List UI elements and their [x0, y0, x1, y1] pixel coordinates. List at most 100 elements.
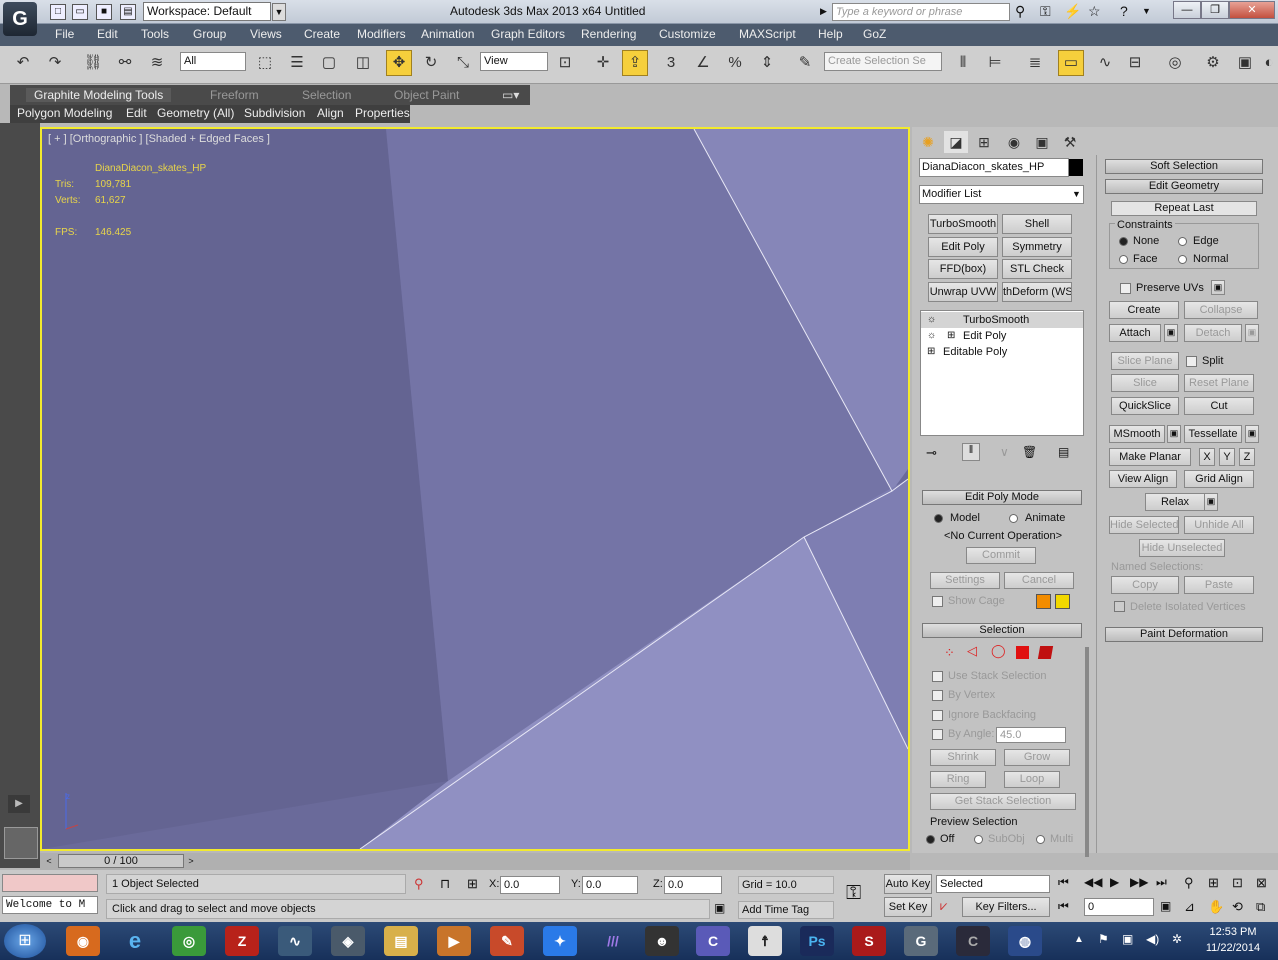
split-checkbox[interactable] [1186, 356, 1197, 367]
detach-settings-icon[interactable]: ▣ [1245, 324, 1259, 342]
project-folder-icon[interactable]: ▤ [120, 4, 136, 20]
layer-manager-icon[interactable]: ≣ [1022, 50, 1048, 76]
reference-coordinate-dropdown[interactable]: View [480, 52, 548, 71]
field-of-view-icon[interactable]: ⊿ [1184, 899, 1195, 915]
snaps-toggle-icon[interactable]: 3 [658, 50, 684, 76]
key-mode-toggle-icon[interactable]: ⩗ [940, 898, 947, 914]
workspace-dropdown[interactable]: Workspace: Default [143, 2, 271, 21]
close-button[interactable]: ✕ [1229, 1, 1275, 19]
select-manipulate-icon[interactable]: ✛ [590, 50, 616, 76]
menu-views[interactable]: Views [250, 27, 282, 41]
tray-app-icon[interactable]: ✲ [1172, 932, 1182, 946]
menu-tools[interactable]: Tools [141, 27, 169, 41]
percent-snap-icon[interactable]: % [722, 50, 748, 76]
quickslice-button[interactable]: QuickSlice [1111, 397, 1179, 415]
chevron-right-icon[interactable]: ▶ [820, 6, 827, 17]
unlink-icon[interactable]: ⚯ [112, 50, 138, 76]
star-icon[interactable]: ☆ [1088, 3, 1101, 20]
motionbuilder-icon[interactable]: ☨ [748, 926, 782, 956]
attach-button[interactable]: Attach [1109, 324, 1161, 342]
unwrap-uvw-button[interactable]: Unwrap UVW [928, 282, 998, 302]
border-icon[interactable]: ◯ [991, 643, 1006, 659]
expand-icon[interactable]: ⊞ [927, 344, 935, 360]
remove-modifier-icon[interactable]: 🗑 [1022, 445, 1037, 459]
make-unique-icon[interactable]: ∨ [1000, 445, 1009, 459]
lock-icon[interactable]: ⊓ [440, 876, 450, 892]
menu-help[interactable]: Help [818, 27, 843, 41]
soft-selection-rollout-header[interactable]: Soft Selection [1105, 159, 1263, 174]
collapse-button[interactable]: Collapse [1184, 301, 1258, 319]
zoom-extents-all-icon[interactable]: ⊠ [1256, 875, 1267, 891]
motion-tab-icon[interactable]: ◉ [1002, 131, 1026, 153]
planar-y-button[interactable]: Y [1219, 448, 1235, 466]
absolute-mode-icon[interactable]: ⊞ [467, 876, 478, 892]
stack-item-turbosmooth[interactable]: ☼ TurboSmooth [921, 312, 1083, 328]
pan-icon[interactable]: ✋ [1208, 899, 1224, 915]
by-angle-checkbox[interactable] [932, 729, 943, 740]
hide-selected-button[interactable]: Hide Selected [1109, 516, 1179, 534]
maximize-viewport-icon[interactable]: ⧉ [1256, 899, 1265, 915]
character-app-icon[interactable]: ☻ [645, 926, 679, 956]
named-selection-sets-dropdown[interactable]: Create Selection Se [824, 52, 942, 71]
add-time-tag-button[interactable]: Add Time Tag [738, 901, 834, 919]
edge-icon[interactable]: ◁ [967, 643, 977, 659]
paint-deformation-rollout-header[interactable]: Paint Deformation [1105, 627, 1263, 642]
sync-icon[interactable]: ∿ [278, 926, 312, 956]
menu-create[interactable]: Create [304, 27, 340, 41]
mudbox-icon[interactable]: ◈ [331, 926, 365, 956]
key-mode-icon[interactable]: ⏮ [1058, 899, 1069, 914]
menu-file[interactable]: File [55, 27, 74, 41]
planar-z-button[interactable]: Z [1239, 448, 1255, 466]
set-key-icon[interactable]: ⚿ [846, 882, 861, 905]
mirror-icon[interactable]: ⫴ [950, 50, 976, 76]
attach-list-icon[interactable]: ▣ [1164, 324, 1178, 342]
open-file-icon[interactable]: ▭ [72, 4, 88, 20]
make-planar-button[interactable]: Make Planar [1109, 448, 1191, 466]
slice-button[interactable]: Slice [1111, 374, 1179, 392]
maxscript-listener-mini[interactable] [2, 874, 98, 892]
rectangular-selection-icon[interactable]: ▢ [316, 50, 342, 76]
align-icon[interactable]: ⊨ [982, 50, 1008, 76]
key-icon[interactable]: ⚿ [1040, 3, 1051, 20]
tab-selection[interactable]: Selection [302, 88, 351, 102]
time-tag-icon[interactable]: ▣ [714, 901, 725, 915]
preview-off-radio[interactable] [926, 835, 935, 844]
material-editor-icon[interactable]: ◎ [1162, 50, 1188, 76]
cinema-app-icon[interactable]: C [696, 926, 730, 956]
tessellate-settings-icon[interactable]: ▣ [1245, 425, 1259, 443]
lightbulb-icon[interactable]: ☼ [927, 328, 936, 344]
display-tab-icon[interactable]: ▣ [1030, 131, 1054, 153]
utilities-tab-icon[interactable]: ⚒ [1058, 131, 1082, 153]
sketchbook-icon[interactable]: ✎ [490, 926, 524, 956]
modifier-stack[interactable]: ☼ TurboSmooth ☼ ⊞ Edit Poly ⊞ Editable P… [920, 310, 1084, 436]
commit-button[interactable]: Commit [966, 547, 1036, 564]
lightbulb-icon[interactable]: ☼ [927, 312, 936, 328]
tab-freeform[interactable]: Freeform [210, 88, 259, 102]
shell-button[interactable]: Shell [1002, 214, 1072, 234]
polygon-icon[interactable] [1016, 646, 1029, 659]
ring-button[interactable]: Ring [930, 771, 986, 788]
grid-align-button[interactable]: Grid Align [1184, 470, 1254, 488]
maxscript-output[interactable]: Welcome to M [2, 896, 98, 914]
media-player-icon[interactable]: ▶ [437, 926, 471, 956]
stl-check-button[interactable]: STL Check [1002, 259, 1072, 279]
link-icon[interactable]: ⛓ [80, 50, 106, 76]
shrink-button[interactable]: Shrink [930, 749, 996, 766]
rotate-icon[interactable]: ↻ [418, 50, 444, 76]
ribbon-align[interactable]: Align [317, 106, 344, 120]
relax-settings-icon[interactable]: ▣ [1204, 493, 1218, 511]
menu-modifiers[interactable]: Modifiers [357, 27, 406, 41]
pivot-center-icon[interactable]: ⊡ [552, 50, 578, 76]
show-end-result-icon[interactable]: ‖ [962, 443, 980, 461]
relax-button[interactable]: Relax [1145, 493, 1205, 511]
view-align-button[interactable]: View Align [1109, 470, 1177, 488]
go-to-end-icon[interactable]: ⏭ [1156, 875, 1167, 890]
menu-group[interactable]: Group [193, 27, 226, 41]
internet-explorer-icon[interactable]: e [118, 926, 152, 956]
delete-isolated-vertices-checkbox[interactable] [1114, 601, 1125, 612]
preview-multi-radio[interactable] [1036, 835, 1045, 844]
cancel-button[interactable]: Cancel [1004, 572, 1074, 589]
preview-subobj-radio[interactable] [974, 835, 983, 844]
satellite-icon[interactable]: ⚡ [1064, 3, 1081, 20]
angle-snap-icon[interactable]: ∠ [690, 50, 716, 76]
